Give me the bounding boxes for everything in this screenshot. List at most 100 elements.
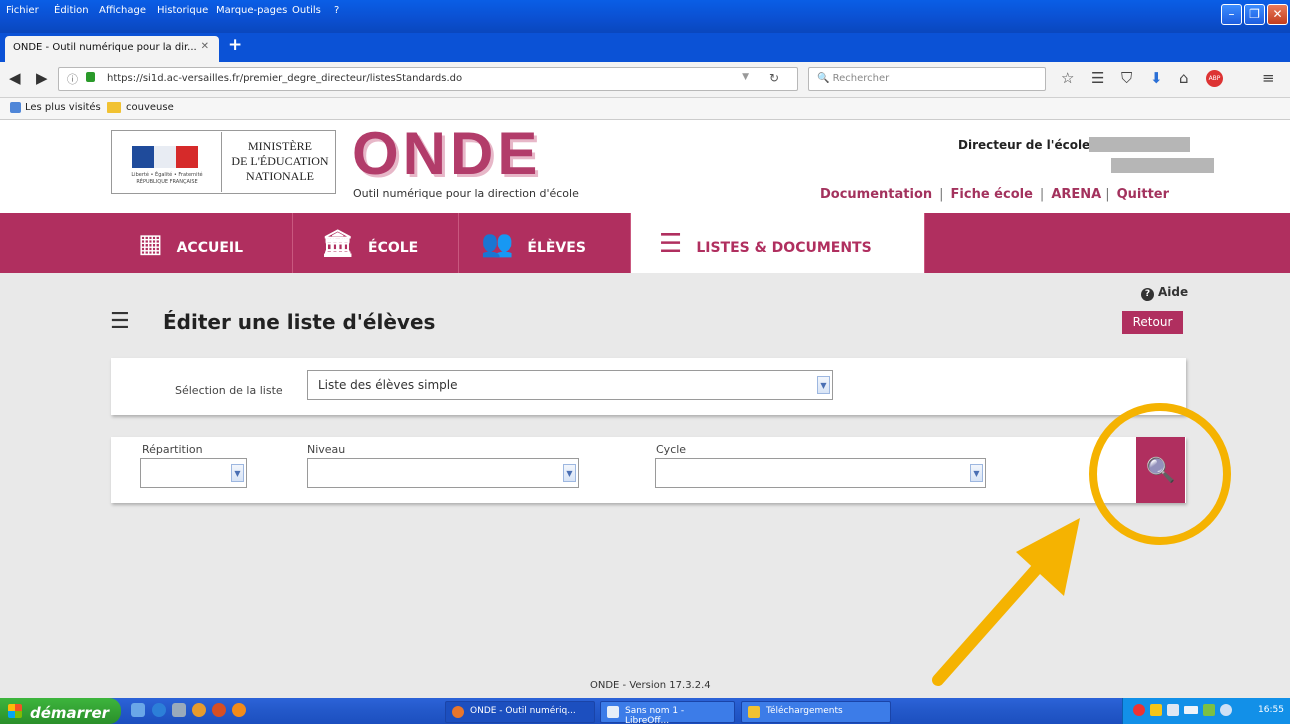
pocket-icon[interactable]: ⛉ <box>1121 69 1132 87</box>
windows-logo-icon <box>8 704 22 718</box>
tray-network-icon[interactable] <box>1203 704 1215 716</box>
repartition-label: Répartition <box>142 443 203 456</box>
nav-listes-documents[interactable]: ☰ LISTES & DOCUMENTS <box>631 213 925 273</box>
task-libreoffice[interactable]: Sans nom 1 - LibreOff... <box>600 701 735 724</box>
niveau-select[interactable]: ▼ <box>307 458 579 488</box>
ministry-logo[interactable]: Liberté • Égalité • Fraternité RÉPUBLIQUE… <box>111 130 336 194</box>
chevron-down-icon[interactable]: ▼ <box>817 376 830 394</box>
document-icon <box>607 706 619 718</box>
volume-icon[interactable] <box>1150 704 1162 716</box>
tray-app-icon[interactable] <box>1133 704 1145 716</box>
network-icon[interactable] <box>1167 704 1179 716</box>
home-icon[interactable]: ⌂ <box>1179 69 1189 87</box>
adblock-icon[interactable]: ABP <box>1206 70 1223 87</box>
search-input[interactable]: 🔍 Rechercher <box>808 67 1046 91</box>
motto-text: Liberté • Égalité • Fraternité <box>131 172 203 178</box>
nav-accueil-label: ACCUEIL <box>176 240 244 256</box>
forward-icon[interactable]: ▶ <box>36 69 48 87</box>
link-documentation[interactable]: Documentation <box>820 187 932 202</box>
ministry-line-1: MINISTÈRE <box>248 139 312 153</box>
reload-icon[interactable]: ↻ <box>769 71 779 85</box>
nav-eleves[interactable]: 👥 ÉLÈVES <box>459 213 631 273</box>
reading-list-icon[interactable]: ☰ <box>1091 69 1104 87</box>
header-links: Documentation | Fiche école | ARENA | Quitter <box>820 187 1170 202</box>
list-select-value: Liste des élèves simple <box>318 378 458 392</box>
repartition-select[interactable]: ▼ <box>140 458 247 488</box>
students-icon: 👥 <box>481 229 514 259</box>
help-link[interactable]: ? Aide <box>1141 285 1188 301</box>
redacted-school-name <box>1089 137 1190 152</box>
nav-accueil[interactable]: ▦ ACCUEIL <box>110 213 293 273</box>
window-menu-bar: Fichier Édition Affichage Historique Mar… <box>0 0 1290 33</box>
menu-outils[interactable]: Outils <box>292 5 321 16</box>
bookmark-couveuse[interactable]: couveuse <box>126 102 174 113</box>
chevron-down-icon[interactable]: ▼ <box>231 464 244 482</box>
nav-eleves-label: ÉLÈVES <box>527 240 586 256</box>
menu-affichage[interactable]: Affichage <box>99 5 146 16</box>
highlight-arrow <box>932 518 1080 686</box>
question-icon: ? <box>1141 288 1154 301</box>
bookmark-star-icon[interactable]: ☆ <box>1061 69 1074 87</box>
task-onde[interactable]: ONDE - Outil numériq... <box>445 701 595 723</box>
task-onde-label: ONDE - Outil numériq... <box>470 706 576 716</box>
bookmarks-bar: Les plus visités couveuse <box>0 98 1290 120</box>
chevron-down-icon[interactable]: ▼ <box>970 464 983 482</box>
task-telechargements[interactable]: Téléchargements <box>741 701 891 723</box>
back-button[interactable]: Retour <box>1122 311 1183 334</box>
building-icon: 🏛 <box>321 229 355 259</box>
ministry-line-3: NATIONALE <box>246 169 314 183</box>
nav-ecole[interactable]: 🏛 ÉCOLE <box>293 213 459 273</box>
list-selection-panel: Sélection de la liste Liste des élèves s… <box>111 358 1186 415</box>
firefox-quick-icon[interactable] <box>212 703 226 717</box>
grid-icon: ▦ <box>138 229 163 259</box>
explorer-icon[interactable] <box>172 703 186 717</box>
redacted-school-info <box>1111 158 1214 173</box>
close-window-icon[interactable]: ✕ <box>1267 4 1288 25</box>
tray-speaker-icon[interactable] <box>1220 704 1232 716</box>
menu-marque-pages[interactable]: Marque-pages <box>216 5 287 16</box>
task-telechargements-label: Téléchargements <box>766 706 843 716</box>
marianne-logo: Liberté • Égalité • Fraternité RÉPUBLIQUE… <box>113 132 222 192</box>
battery-icon[interactable] <box>1184 706 1198 714</box>
menu-fichier[interactable]: Fichier <box>6 5 39 16</box>
tagline: Outil numérique pour la direction d'écol… <box>353 187 579 200</box>
menu-help[interactable]: ? <box>334 5 339 16</box>
onde-logo-text[interactable]: ONDE <box>352 124 541 184</box>
ministry-line-2: DE L'ÉDUCATION <box>231 154 329 168</box>
page-title: Éditer une liste d'élèves <box>163 310 436 334</box>
hamburger-menu-icon[interactable]: ≡ <box>1262 69 1275 87</box>
version-footer: ONDE - Version 17.3.2.4 <box>590 680 711 691</box>
quicklaunch-icon[interactable] <box>131 703 145 717</box>
link-quitter[interactable]: Quitter <box>1117 187 1169 202</box>
link-fiche-ecole[interactable]: Fiche école <box>951 187 1033 202</box>
ie-icon[interactable] <box>152 703 166 717</box>
list-icon: ☰ <box>110 309 130 334</box>
info-icon[interactable]: ⓘ <box>67 71 78 87</box>
start-button[interactable]: démarrer <box>0 698 121 724</box>
menu-edition[interactable]: Édition <box>54 5 89 16</box>
url-dropdown-icon[interactable]: ▼ <box>742 72 749 82</box>
search-placeholder: Rechercher <box>832 73 890 84</box>
chevron-down-icon[interactable]: ▼ <box>563 464 576 482</box>
bookmark-most-visited[interactable]: Les plus visités <box>25 102 101 113</box>
search-icon: 🔍 <box>817 73 830 84</box>
cycle-select[interactable]: ▼ <box>655 458 986 488</box>
close-tab-icon[interactable]: ✕ <box>201 41 209 52</box>
list-icon: ☰ <box>659 229 683 259</box>
list-select[interactable]: Liste des élèves simple ▼ <box>307 370 833 400</box>
menu-historique[interactable]: Historique <box>157 5 208 16</box>
media-icon[interactable] <box>192 703 206 717</box>
restore-icon[interactable]: ❐ <box>1244 4 1265 25</box>
nav-ecole-label: ÉCOLE <box>368 240 419 256</box>
clock: 16:55 <box>1258 705 1284 715</box>
browser-tab[interactable]: ONDE - Outil numérique pour la dir... ✕ <box>5 36 219 62</box>
link-arena[interactable]: ARENA <box>1051 187 1101 202</box>
app-quick-icon[interactable] <box>232 703 246 717</box>
bookmark-page-icon <box>10 102 21 113</box>
back-icon[interactable]: ◀ <box>9 69 21 87</box>
url-bar[interactable]: ⓘ https://si1d.ac-versailles.fr/premier_… <box>58 67 798 91</box>
url-text: https://si1d.ac-versailles.fr/premier_de… <box>107 73 463 84</box>
new-tab-icon[interactable]: + <box>228 35 242 55</box>
minimize-icon[interactable]: – <box>1221 4 1242 25</box>
download-icon[interactable]: ⬇ <box>1150 69 1163 87</box>
